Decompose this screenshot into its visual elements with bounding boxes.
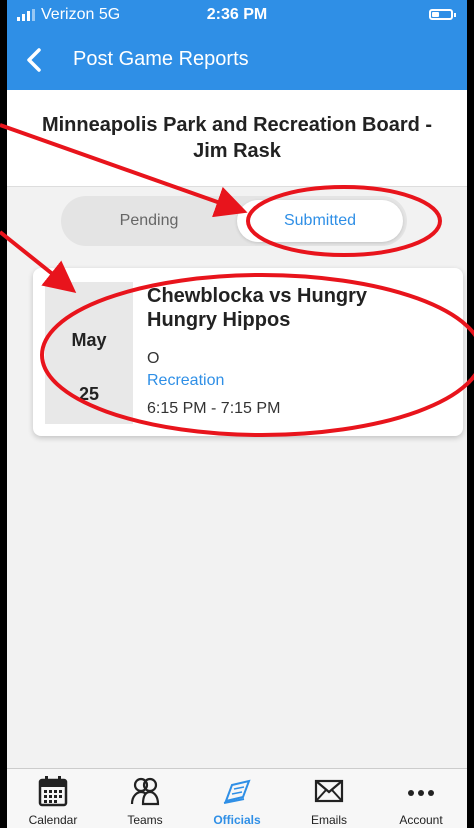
game-subtitle: O (147, 350, 160, 367)
game-level: Recreation (147, 372, 225, 389)
more-icon (408, 790, 434, 796)
envelope-icon (314, 779, 344, 803)
calendar-icon (38, 776, 68, 807)
game-month: May (71, 330, 107, 350)
game-report-card[interactable]: May 25 Chewblocka vs Hungry Hungry Hippo… (33, 268, 463, 436)
tab-submitted[interactable]: Submitted (237, 200, 403, 242)
tab-teams[interactable]: Teams (99, 769, 191, 828)
tab-officials[interactable]: Officials (191, 769, 283, 828)
tab-account[interactable]: Account (375, 769, 467, 828)
game-title-line2: Hungry Hippos (147, 309, 291, 331)
tab-teams-label: Teams (127, 813, 163, 827)
game-title-line1: Chewblocka vs Hungry (147, 285, 368, 307)
battery-icon (429, 9, 456, 20)
tab-officials-label: Officials (213, 813, 261, 827)
chevron-left-icon[interactable] (21, 46, 49, 74)
phone-screen: Verizon 5G 2:36 PM Post Game Reports Min… (7, 0, 467, 828)
report-status-segmented-control: Pending Submitted (61, 196, 407, 246)
tab-pending[interactable]: Pending (65, 200, 233, 242)
game-time: 6:15 PM - 7:15 PM (147, 400, 281, 417)
game-day: 25 (78, 384, 100, 404)
nav-bar: Post Game Reports (7, 30, 467, 90)
people-icon (130, 777, 160, 806)
tab-account-label: Account (399, 813, 443, 827)
tab-calendar[interactable]: Calendar (7, 769, 99, 828)
page-title: Post Game Reports (73, 48, 249, 70)
official-name: Jim Rask (193, 140, 281, 162)
status-time: 2:36 PM (206, 6, 268, 23)
tab-emails[interactable]: Emails (283, 769, 375, 828)
organization-title: Minneapolis Park and Recreation Board - … (27, 112, 447, 164)
tab-emails-label: Emails (310, 813, 347, 827)
organization-name: Minneapolis Park and Recreation Board - (41, 114, 433, 136)
whistle-icon (223, 779, 251, 804)
tab-bar: Calendar Teams Officials Emails Account (7, 768, 467, 828)
game-date: May 25 (45, 282, 133, 424)
game-title: Chewblocka vs Hungry Hungry Hippos (147, 284, 447, 332)
organization-header: Minneapolis Park and Recreation Board - … (7, 90, 467, 187)
tab-calendar-label: Calendar (28, 813, 78, 827)
status-bar: Verizon 5G 2:36 PM (7, 0, 467, 30)
